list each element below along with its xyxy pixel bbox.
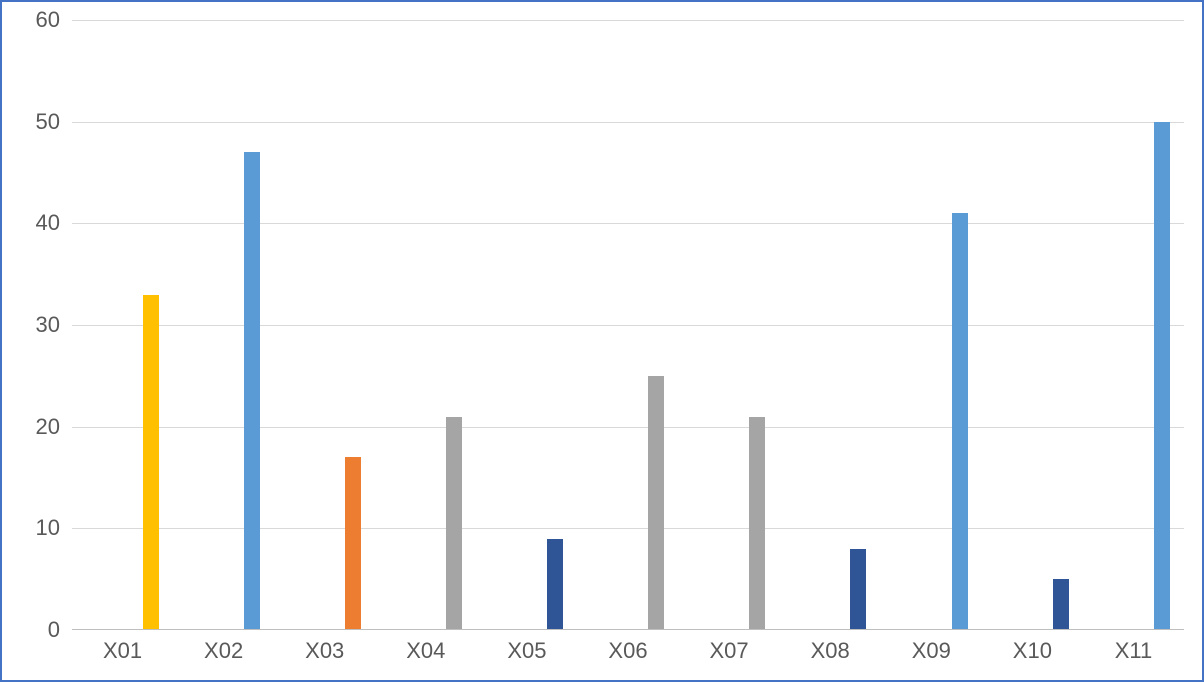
x-tick-label: X02 xyxy=(204,638,243,664)
x-tick-label: X03 xyxy=(305,638,344,664)
bars-layer: X01X02X03X04X05X06X07X08X09X10X11 xyxy=(72,20,1184,630)
x-tick-label: X08 xyxy=(811,638,850,664)
y-tick-label: 30 xyxy=(36,312,72,338)
bar xyxy=(648,376,664,630)
bar xyxy=(749,417,765,631)
bar xyxy=(1154,122,1170,630)
x-axis-line xyxy=(72,629,1184,630)
bar xyxy=(547,539,563,631)
plot-area: 0102030405060 X01X02X03X04X05X06X07X08X0… xyxy=(72,20,1184,630)
bar xyxy=(446,417,462,631)
x-tick-label: X05 xyxy=(507,638,546,664)
y-tick-label: 40 xyxy=(36,210,72,236)
x-tick-label: X09 xyxy=(912,638,951,664)
bar xyxy=(345,457,361,630)
y-tick-label: 0 xyxy=(48,617,72,643)
y-tick-label: 50 xyxy=(36,109,72,135)
bar xyxy=(850,549,866,630)
bar xyxy=(1053,579,1069,630)
x-tick-label: X01 xyxy=(103,638,142,664)
x-tick-label: X10 xyxy=(1013,638,1052,664)
chart-frame: 0102030405060 X01X02X03X04X05X06X07X08X0… xyxy=(0,0,1204,682)
y-tick-label: 20 xyxy=(36,414,72,440)
y-tick-label: 10 xyxy=(36,515,72,541)
bar xyxy=(952,213,968,630)
bar xyxy=(244,152,260,630)
x-tick-label: X04 xyxy=(406,638,445,664)
x-tick-label: X07 xyxy=(710,638,749,664)
x-tick-label: X11 xyxy=(1115,638,1153,664)
y-tick-label: 60 xyxy=(36,7,72,33)
x-tick-label: X06 xyxy=(608,638,647,664)
bar xyxy=(143,295,159,631)
